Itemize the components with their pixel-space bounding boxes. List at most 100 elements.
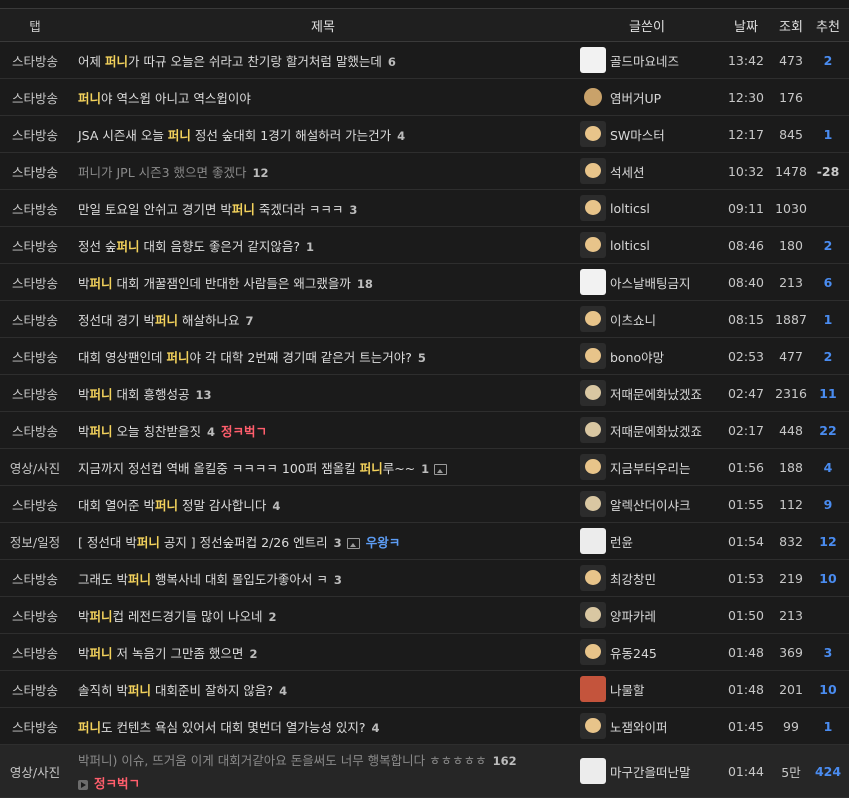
post-author[interactable]: bono야망	[576, 343, 718, 369]
title-text[interactable]: 정말 감사합니다	[178, 498, 266, 513]
title-highlight[interactable]: 퍼니	[105, 54, 128, 69]
title-text[interactable]: 만일 토요일 안쉬고 경기면 박	[78, 202, 232, 217]
title-text[interactable]: 그래도 박	[78, 572, 128, 587]
post-tab[interactable]: 스타방송	[0, 162, 70, 181]
title-text[interactable]: 야 각 대학 2번째 경기때 같은거 트는거야?	[189, 350, 411, 365]
post-title[interactable]: 어제 퍼니가 따규 오늘은 쉬라고 찬기랑 할거처럼 말했는데 6	[70, 51, 576, 70]
author-name[interactable]: 알렉산더이샤크	[610, 495, 691, 514]
comment-count[interactable]: 162	[493, 754, 517, 768]
comment-count[interactable]: 1	[421, 462, 429, 476]
post-author[interactable]: 나물할	[576, 676, 718, 702]
title-line[interactable]: 지금까지 정선컵 역배 올킬중 ㅋㅋㅋㅋ 100퍼 잼올킬 퍼니루~~ 1	[78, 461, 448, 476]
title-text[interactable]: 야 역스윕 아니고 역스윕이야	[101, 91, 251, 106]
post-title[interactable]: 박퍼니 오늘 칭찬받을짓 4 정ㅋ벅ㄱ	[70, 421, 576, 440]
title-highlight[interactable]: 퍼니	[128, 683, 151, 698]
post-tab[interactable]: 스타방송	[0, 384, 70, 403]
table-row[interactable]: 영상/사진 박퍼니) 이슈, 뜨거움 이게 대회거같아요 돈을써도 너무 행복합니…	[0, 745, 849, 798]
title-text[interactable]: 행복사네 대회 몰입도가좋아서 ㅋ	[151, 572, 328, 587]
title-text[interactable]: 정선 숲대회 1경기 해설하러 가는건가	[191, 128, 391, 143]
table-row[interactable]: 스타방송 대회 열어준 박퍼니 정말 감사합니다 4 알렉산더이샤크 01:55 112 9	[0, 486, 849, 523]
title-highlight[interactable]: 퍼니	[360, 461, 383, 476]
table-row[interactable]: 스타방송 그래도 박퍼니 행복사네 대회 몰입도가좋아서 ㅋ 3 최강창민 01:53 2…	[0, 560, 849, 597]
comment-count[interactable]: 13	[195, 388, 211, 402]
post-title[interactable]: 대회 영상팬인데 퍼니야 각 대학 2번째 경기때 같은거 트는거야? 5	[70, 347, 576, 366]
title-text[interactable]: 대회 영상팬인데	[78, 350, 166, 365]
title-text[interactable]: [ 정선대 박	[78, 535, 137, 550]
title-highlight[interactable]: 퍼니	[155, 498, 178, 513]
title-text[interactable]: 도 컨텐츠 욕심 있어서 대회 몇번더 열가능성 있지?	[101, 720, 365, 735]
comment-count[interactable]: 1	[306, 240, 314, 254]
title-text[interactable]: 박퍼니) 이슈, 뜨거움 이게 대회거같아요 돈을써도 너무 행복합니다 ㅎㅎㅎ…	[78, 753, 487, 768]
author-name[interactable]: 최강창민	[610, 569, 656, 588]
author-name[interactable]: 저때문에화났겠죠	[610, 384, 702, 403]
post-author[interactable]: 이츠쇼니	[576, 306, 718, 332]
author-name[interactable]: 아스날배팅금지	[610, 273, 691, 292]
post-author[interactable]: 골드마요네즈	[576, 47, 718, 73]
title-highlight[interactable]: 퍼니	[90, 387, 113, 402]
post-author[interactable]: 저때문에화났겠죠	[576, 417, 718, 443]
post-author[interactable]: 런윤	[576, 528, 718, 554]
title-highlight[interactable]: 퍼니	[90, 609, 113, 624]
author-name[interactable]: 런윤	[610, 532, 633, 551]
title-text[interactable]: 박	[78, 646, 90, 661]
title-highlight[interactable]: 퍼니	[232, 202, 255, 217]
post-author[interactable]: 노잼와이퍼	[576, 713, 718, 739]
title-line[interactable]: 정선대 경기 박퍼니 해살하나요 7	[78, 313, 253, 328]
post-title[interactable]: 정선대 경기 박퍼니 해살하나요 7	[70, 310, 576, 329]
title-highlight[interactable]: 퍼니	[166, 350, 189, 365]
post-author[interactable]: 지금부터우리는	[576, 454, 718, 480]
post-title[interactable]: 퍼니야 역스윕 아니고 역스윕이야	[70, 88, 576, 107]
post-author[interactable]: SW마스터	[576, 121, 718, 147]
author-name[interactable]: lolticsl	[610, 238, 650, 253]
title-text[interactable]: 대회 개꿀잼인데 반대한 사람들은 왜그랬을까	[113, 276, 351, 291]
post-author[interactable]: 최강창민	[576, 565, 718, 591]
comment-count[interactable]: 3	[334, 573, 342, 587]
post-author[interactable]: 알렉산더이샤크	[576, 491, 718, 517]
comment-count[interactable]: 5	[418, 351, 426, 365]
title-line[interactable]: 만일 토요일 안쉬고 경기면 박퍼니 죽겠더라 ㅋㅋㅋ 3	[78, 202, 357, 217]
post-title[interactable]: [ 정선대 박퍼니 공지 ] 정선숲퍼컵 2/26 엔트리 3 우왕ㅋ	[70, 532, 576, 551]
post-tab[interactable]: 스타방송	[0, 495, 70, 514]
comment-count[interactable]: 7	[245, 314, 253, 328]
title-text[interactable]: 루~~	[383, 461, 415, 476]
title-line[interactable]: 대회 영상팬인데 퍼니야 각 대학 2번째 경기때 같은거 트는거야? 5	[78, 350, 426, 365]
title-highlight[interactable]: 퍼니	[78, 91, 101, 106]
post-tab[interactable]: 스타방송	[0, 273, 70, 292]
title-text[interactable]: 정선 숲	[78, 239, 116, 254]
table-row[interactable]: 스타방송 박퍼니 대회 개꿀잼인데 반대한 사람들은 왜그랬을까 18 아스날배팅금지…	[0, 264, 849, 301]
title-line[interactable]: JSA 시즌새 오늘 퍼니 정선 숲대회 1경기 해설하러 가는건가 4	[78, 128, 405, 143]
table-row[interactable]: 스타방송 퍼니도 컨텐츠 욕심 있어서 대회 몇번더 열가능성 있지? 4 노잼와이퍼…	[0, 708, 849, 745]
table-row[interactable]: 스타방송 박퍼니 오늘 칭찬받을짓 4 정ㅋ벅ㄱ 저때문에화났겠죠 02:17 448 22	[0, 412, 849, 449]
table-row[interactable]: 영상/사진 지금까지 정선컵 역배 올킬중 ㅋㅋㅋㅋ 100퍼 잼올킬 퍼니루~~…	[0, 449, 849, 486]
title-text[interactable]: 가 따규 오늘은 쉬라고 찬기랑 할거처럼 말했는데	[128, 54, 382, 69]
post-author[interactable]: 유동245	[576, 639, 718, 665]
post-title[interactable]: 그래도 박퍼니 행복사네 대회 몰입도가좋아서 ㅋ 3	[70, 569, 576, 588]
comment-count[interactable]: 4	[272, 499, 280, 513]
table-row[interactable]: 정보/일정 [ 정선대 박퍼니 공지 ] 정선숲퍼컵 2/26 엔트리 3 우왕ㅋ 런윤…	[0, 523, 849, 560]
post-tab[interactable]: 스타방송	[0, 199, 70, 218]
post-tab[interactable]: 스타방송	[0, 606, 70, 625]
post-title[interactable]: 퍼니가 JPL 시즌3 했으면 좋겠다 12	[70, 162, 576, 181]
post-tab[interactable]: 스타방송	[0, 51, 70, 70]
author-name[interactable]: 지금부터우리는	[610, 458, 691, 477]
comment-count[interactable]: 18	[357, 277, 373, 291]
post-author[interactable]: 아스날배팅금지	[576, 269, 718, 295]
title-line[interactable]: 박퍼니 대회 개꿀잼인데 반대한 사람들은 왜그랬을까 18	[78, 276, 373, 291]
author-name[interactable]: 골드마요네즈	[610, 51, 679, 70]
post-tab[interactable]: 스타방송	[0, 717, 70, 736]
post-tab[interactable]: 스타방송	[0, 643, 70, 662]
title-line[interactable]: 박퍼니컵 레전드경기들 많이 나오네 2	[78, 609, 276, 624]
author-name[interactable]: 노잼와이퍼	[610, 717, 668, 736]
title-text[interactable]: 박	[78, 424, 90, 439]
author-name[interactable]: 나물할	[610, 680, 645, 699]
post-tab[interactable]: 스타방송	[0, 569, 70, 588]
author-name[interactable]: 양파카레	[610, 606, 656, 625]
title-line[interactable]: 대회 열어준 박퍼니 정말 감사합니다 4	[78, 498, 280, 513]
title-text[interactable]: 대회준비 잘하지 않음?	[151, 683, 273, 698]
comment-count[interactable]: 6	[388, 55, 396, 69]
post-title[interactable]: 만일 토요일 안쉬고 경기면 박퍼니 죽겠더라 ㅋㅋㅋ 3	[70, 199, 576, 218]
post-tab[interactable]: 스타방송	[0, 88, 70, 107]
post-tab[interactable]: 영상/사진	[0, 762, 70, 781]
header-rec[interactable]: 추천	[808, 16, 848, 35]
title-text[interactable]: 죽겠더라 ㅋㅋㅋ	[255, 202, 343, 217]
